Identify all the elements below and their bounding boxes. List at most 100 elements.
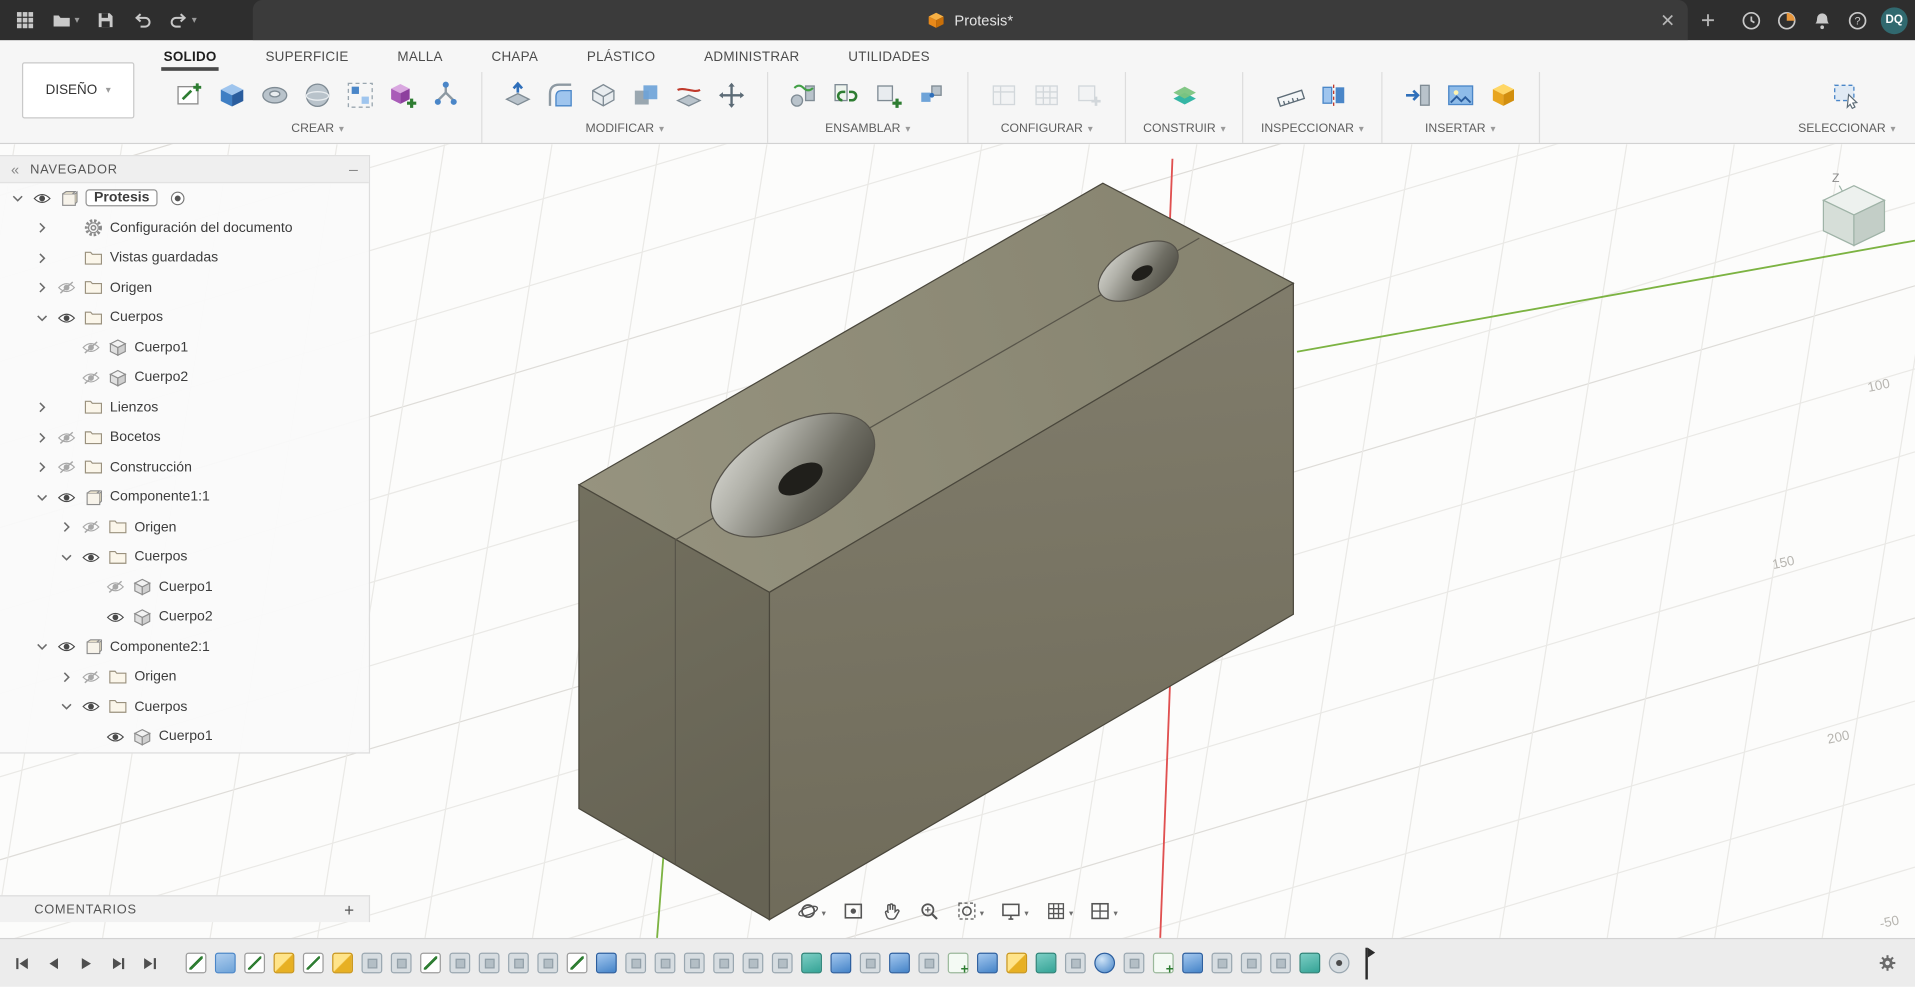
timeline-feature-sketch[interactable] [302,952,324,974]
chevron-expanded-icon[interactable] [7,191,28,206]
visibility-on-icon[interactable] [77,551,104,564]
chevron-expanded-icon[interactable] [32,490,53,505]
chevron-collapsed-icon[interactable] [32,460,53,475]
browser-item-origen[interactable]: Origen [0,273,369,303]
timeline-feature-image[interactable] [214,952,236,974]
browser-item-cuerpos[interactable]: Cuerpos [0,692,369,722]
timeline-feature-gray[interactable] [390,952,412,974]
insert-canvas-button[interactable] [1442,78,1479,115]
browser-item-origen[interactable]: Origen [0,662,369,692]
connection-status-button[interactable] [1775,8,1799,32]
model-body[interactable] [577,182,1295,921]
timeline-feature-gray[interactable] [478,952,500,974]
browser-item-cuerpos[interactable]: Cuerpos [0,542,369,572]
chevron-collapsed-icon[interactable] [32,281,53,296]
timeline-feature-gray[interactable] [1240,952,1262,974]
visibility-off-icon[interactable] [77,341,104,354]
create-sketch-button[interactable] [171,78,208,115]
visibility-off-icon[interactable] [53,281,80,295]
chevron-collapsed-icon[interactable] [32,430,53,445]
browser-item-bocetos[interactable]: Bocetos [0,423,369,453]
timeline-feature-gray[interactable] [449,952,471,974]
ribbon-tab-administrar[interactable]: ADMINISTRAR [702,48,802,71]
chevron-expanded-icon[interactable] [56,550,77,565]
timeline-feature-component[interactable] [947,952,969,977]
timeline-feature-sketch[interactable] [566,952,588,974]
redo-button[interactable]: ▾ [166,7,199,33]
browser-item-cuerpo1[interactable]: Cuerpo1 [0,572,369,602]
chevron-expanded-icon[interactable] [56,699,77,714]
visibility-off-icon[interactable] [77,371,104,384]
save-button[interactable] [93,7,119,33]
close-document-icon[interactable] [1657,10,1678,31]
timeline-feature-gray[interactable] [537,952,559,974]
pan-button[interactable] [877,898,904,929]
browser-item-origen[interactable]: Origen [0,512,369,542]
browser-item-cuerpo2[interactable]: Cuerpo2 [0,602,369,632]
step-forward-button[interactable] [105,951,129,975]
browser-item-cuerpo1[interactable]: Cuerpo1 [0,333,369,363]
timeline-feature-gray[interactable] [859,952,881,974]
ribbon-group-menu-crear[interactable]: CREAR ▾ [291,122,344,135]
add-comment-button[interactable]: + [342,901,357,918]
go-to-start-button[interactable] [10,951,34,975]
visibility-on-icon[interactable] [53,311,80,324]
ribbon-tab-utilidades[interactable]: UTILIDADES [846,48,932,71]
view-cube[interactable]: Z [1821,171,1886,247]
select-tool-button[interactable] [1828,78,1865,115]
timeline-feature-sketch[interactable] [420,952,441,974]
construction-plane-button[interactable] [1166,78,1203,115]
timeline-feature-gray[interactable] [742,952,764,974]
minimize-panel-icon[interactable]: – [349,161,358,177]
new-component-assemble-button[interactable] [871,78,908,115]
timeline-feature-teal[interactable] [801,952,822,974]
fit-button[interactable]: ▾ [953,898,987,929]
shell-button[interactable] [585,78,622,115]
timeline-feature-extrude[interactable] [595,952,617,974]
timeline-feature-chamfer[interactable] [332,952,353,974]
ribbon-tab-superficie[interactable]: SUPERFICIE [263,48,351,71]
timeline-feature-hole[interactable] [1328,952,1350,974]
browser-item-lienzos[interactable]: Lienzos [0,393,369,423]
timeline-feature-sketch[interactable] [244,952,266,974]
timeline-feature-gray[interactable] [1123,952,1145,974]
derive-button[interactable] [427,78,464,115]
timeline-feature-gray[interactable] [1064,952,1086,974]
ribbon-tab-malla[interactable]: MALLA [395,48,445,71]
visibility-off-icon[interactable] [53,461,80,474]
timeline-feature-teal[interactable] [1299,952,1321,974]
visibility-on-icon[interactable] [101,610,128,623]
timeline-feature-gray[interactable] [508,952,529,974]
timeline-feature-gray[interactable] [625,952,647,974]
browser-item-vistas-guardadas[interactable]: Vistas guardadas [0,243,369,273]
display-settings-button[interactable]: ▾ [997,898,1031,929]
split-body-button[interactable] [670,78,707,115]
timeline-feature-chamfer[interactable] [273,952,295,974]
visibility-off-icon[interactable] [53,431,80,444]
chevron-expanded-icon[interactable] [32,640,53,655]
browser-item-cuerpo1[interactable]: Cuerpo1 [0,722,369,752]
user-avatar[interactable]: DQ [1880,6,1908,34]
timeline-feature-gray[interactable] [771,952,793,974]
ribbon-tab-solido[interactable]: SOLIDO [161,48,220,71]
visibility-on-icon[interactable] [53,640,80,653]
timeline-feature-component[interactable] [1152,952,1174,977]
measure-button[interactable] [1273,78,1310,115]
press-pull-button[interactable] [500,78,537,115]
zoom-button[interactable] [915,898,942,929]
visibility-on-icon[interactable] [77,700,104,713]
sphere-primitive-button[interactable] [299,78,336,115]
notifications-button[interactable] [1810,8,1834,32]
file-menu-button[interactable]: ▾ [49,7,82,33]
insert-derive-button[interactable] [1399,78,1436,115]
grid-settings-button[interactable]: ▾ [1042,898,1076,929]
viewports-button[interactable]: ▾ [1087,898,1121,929]
timeline-feature-gray[interactable] [1270,952,1291,974]
play-button[interactable] [73,951,97,975]
timeline-track[interactable] [185,947,1377,979]
document-tab[interactable]: Protesis* [252,0,1688,41]
timeline-feature-gray[interactable] [713,952,735,974]
ribbon-group-menu-insertar[interactable]: INSERTAR ▾ [1425,122,1495,135]
move-copy-button[interactable] [713,78,750,115]
undo-button[interactable] [129,7,155,33]
